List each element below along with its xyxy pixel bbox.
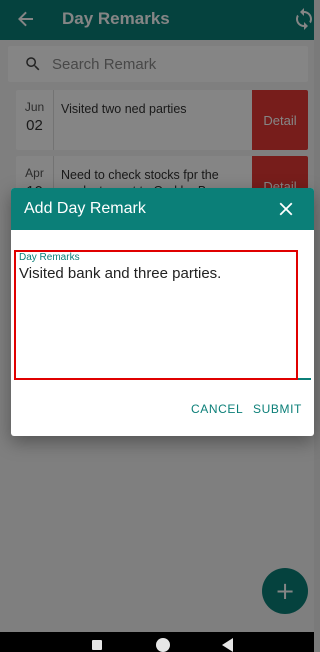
system-nav-bar (0, 632, 314, 652)
close-icon[interactable] (275, 198, 297, 220)
back-triangle-icon[interactable] (222, 638, 233, 652)
field-underline (19, 378, 311, 380)
day-remarks-input[interactable]: Visited bank and three parties. (19, 264, 309, 376)
cancel-button[interactable]: CANCEL (191, 402, 243, 416)
home-icon[interactable] (156, 638, 170, 652)
recent-apps-icon[interactable] (92, 640, 102, 650)
submit-button[interactable]: SUBMIT (253, 402, 302, 416)
dialog-title: Add Day Remark (24, 200, 146, 217)
add-remark-dialog: Add Day Remark Day Remarks Visited bank … (11, 188, 314, 436)
day-remarks-field: Day Remarks Visited bank and three parti… (19, 252, 311, 380)
dialog-header: Add Day Remark (11, 188, 314, 230)
dialog-actions: CANCEL SUBMIT (11, 402, 314, 422)
day-remarks-label: Day Remarks (19, 252, 80, 263)
